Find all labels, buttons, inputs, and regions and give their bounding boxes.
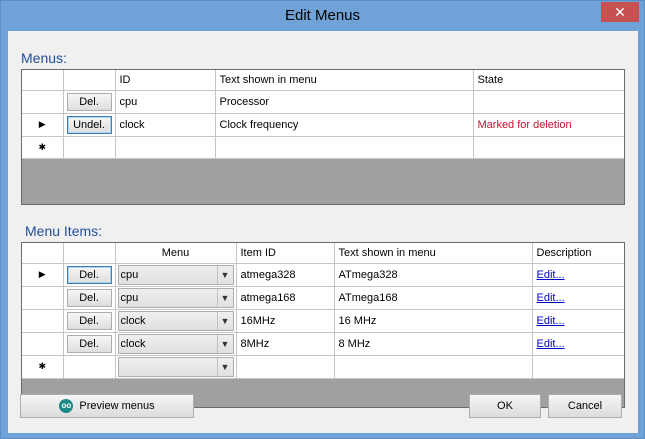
table-row[interactable]: ▶ Del. cpu ▼ atmega328 ATmega328 Edit... (22, 263, 624, 287)
menus-grid[interactable]: ID Text shown in menu State Del. cpu Pro… (21, 69, 625, 205)
new-row[interactable]: ✱ (22, 136, 624, 159)
delete-button[interactable]: Del. (66, 334, 112, 353)
menus-header-action (63, 70, 116, 91)
delete-button[interactable]: Del. (66, 311, 112, 330)
dialog-client-area: Menus: ID Text shown in menu State Del. … (8, 31, 638, 433)
items-header-corner (22, 243, 64, 264)
menus-section-label: Menus: (21, 50, 67, 66)
current-row-marker-icon[interactable]: ▶ (22, 113, 64, 137)
items-header-action (63, 243, 116, 264)
delete-button[interactable]: Del. (66, 92, 112, 111)
menus-col-text[interactable]: Text shown in menu (215, 70, 474, 91)
item-id-cell[interactable]: 16MHz (236, 309, 335, 333)
chevron-down-icon[interactable]: ▼ (216, 357, 233, 376)
delete-button[interactable]: Del. (66, 288, 112, 307)
undelete-button[interactable]: Undel. (66, 115, 112, 134)
item-id-cell[interactable]: 8MHz (236, 332, 335, 356)
item-id-cell[interactable]: atmega328 (236, 263, 335, 287)
new-row-text-cell[interactable] (215, 136, 474, 159)
chevron-down-icon[interactable]: ▼ (216, 311, 233, 330)
menu-select[interactable]: clock ▼ (117, 310, 234, 331)
new-row-action-cell[interactable] (63, 136, 116, 159)
items-col-text[interactable]: Text shown in menu (334, 243, 533, 264)
edit-description-link[interactable]: Edit... (537, 315, 565, 327)
ok-button[interactable]: OK (469, 394, 541, 418)
menu-text-cell[interactable]: Processor (215, 90, 474, 114)
table-row[interactable]: Del. cpu Processor (22, 90, 624, 114)
menu-text-cell[interactable]: Clock frequency (215, 113, 474, 137)
menu-items-table: Menu Item ID Text shown in menu Descript… (22, 243, 624, 379)
item-text-cell[interactable]: 16 MHz (334, 309, 533, 333)
item-id-cell[interactable]: atmega168 (236, 286, 335, 310)
new-row-marker-icon[interactable]: ✱ (22, 355, 64, 379)
cancel-button[interactable]: Cancel (548, 394, 622, 418)
menu-select-value: cpu (120, 291, 139, 304)
table-row[interactable]: ▶ Undel. clock Clock frequency Marked fo… (22, 113, 624, 137)
menu-select[interactable]: cpu ▼ (117, 287, 234, 308)
table-row[interactable]: Del. clock ▼ 16MHz 16 MHz Edit... (22, 309, 624, 333)
chevron-down-icon[interactable]: ▼ (216, 334, 233, 353)
menus-col-state[interactable]: State (473, 70, 624, 91)
new-row-marker-icon[interactable]: ✱ (22, 136, 64, 159)
new-row[interactable]: ✱ ▼ (22, 355, 624, 379)
menu-select[interactable]: cpu ▼ (117, 264, 234, 285)
row-marker[interactable] (22, 309, 64, 333)
new-row-menu-select[interactable]: ▼ (117, 356, 234, 377)
new-row-state-cell[interactable] (473, 136, 624, 159)
menus-col-id[interactable]: ID (115, 70, 216, 91)
close-button[interactable]: ✕ (601, 2, 639, 22)
menu-state-cell (473, 90, 624, 114)
menu-items-grid[interactable]: Menu Item ID Text shown in menu Descript… (21, 242, 625, 408)
preview-menus-button[interactable]: oo Preview menus (20, 394, 194, 418)
menus-table: ID Text shown in menu State Del. cpu Pro… (22, 70, 624, 159)
current-row-marker-icon[interactable]: ▶ (22, 263, 64, 287)
menu-select-value: clock (120, 337, 146, 350)
edit-description-link[interactable]: Edit... (537, 269, 565, 281)
menu-select-value: cpu (120, 268, 139, 281)
menus-header-row: ID Text shown in menu State (22, 70, 624, 91)
row-marker[interactable] (22, 90, 64, 114)
edit-description-link[interactable]: Edit... (537, 338, 565, 350)
items-col-item-id[interactable]: Item ID (236, 243, 335, 264)
delete-button[interactable]: Del. (66, 265, 112, 284)
chevron-down-icon[interactable]: ▼ (216, 288, 233, 307)
new-row-description-cell[interactable] (532, 355, 624, 379)
menu-state-cell: Marked for deletion (473, 113, 624, 137)
chevron-down-icon[interactable]: ▼ (216, 265, 233, 284)
row-marker[interactable] (22, 286, 64, 310)
menu-items-section-label: Menu Items: (25, 223, 103, 239)
new-row-action-cell[interactable] (63, 355, 116, 379)
menu-select[interactable]: clock ▼ (117, 333, 234, 354)
edit-description-link[interactable]: Edit... (537, 292, 565, 304)
new-row-text-cell[interactable] (334, 355, 533, 379)
table-row[interactable]: Del. clock ▼ 8MHz 8 MHz Edit... (22, 332, 624, 356)
item-text-cell[interactable]: 8 MHz (334, 332, 533, 356)
menus-header-corner (22, 70, 64, 91)
title-bar[interactable]: Edit Menus ✕ (1, 1, 644, 31)
items-col-menu[interactable]: Menu (115, 243, 237, 264)
row-marker[interactable] (22, 332, 64, 356)
menu-id-cell[interactable]: clock (115, 113, 216, 137)
menu-id-cell[interactable]: cpu (115, 90, 216, 114)
new-row-id-cell[interactable] (115, 136, 216, 159)
items-col-description[interactable]: Description (532, 243, 624, 264)
arduino-icon: oo (59, 399, 74, 414)
preview-menus-label: Preview menus (79, 400, 155, 412)
table-row[interactable]: Del. cpu ▼ atmega168 ATmega168 Edit... (22, 286, 624, 310)
menu-select-value: clock (120, 314, 146, 327)
items-header-row: Menu Item ID Text shown in menu Descript… (22, 243, 624, 264)
item-text-cell[interactable]: ATmega168 (334, 286, 533, 310)
edit-menus-window: Edit Menus ✕ Menus: ID Text shown in men… (0, 0, 645, 439)
item-text-cell[interactable]: ATmega328 (334, 263, 533, 287)
new-row-item-id-cell[interactable] (236, 355, 335, 379)
window-title: Edit Menus (284, 7, 361, 24)
